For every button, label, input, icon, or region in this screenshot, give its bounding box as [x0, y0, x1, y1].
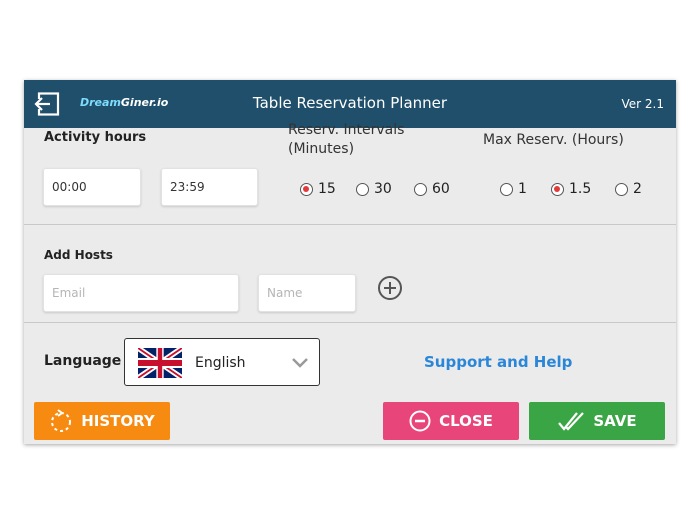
version-label: Ver 2.1 — [621, 97, 665, 111]
radio-unselected-icon — [615, 182, 628, 196]
max-reserv-label: Max Reserv. (Hours) — [483, 132, 624, 148]
intervals-label: Reserv. Intervals (Minutes) — [288, 122, 405, 157]
planner-window: DreamGiner.io Table Reservation Planner … — [24, 80, 676, 444]
interval-radio-60[interactable]: 60 — [414, 181, 450, 197]
history-icon — [51, 409, 72, 432]
host-name-field[interactable] — [258, 274, 356, 312]
chevron-down-icon — [292, 358, 308, 368]
start-time-field[interactable] — [43, 168, 141, 206]
end-time-field[interactable] — [161, 168, 258, 206]
host-email-field[interactable] — [43, 274, 239, 312]
double-check-icon — [558, 412, 585, 431]
add-host-icon[interactable] — [377, 275, 403, 301]
language-value: English — [195, 355, 246, 371]
uk-flag-icon — [138, 348, 182, 378]
divider — [24, 322, 676, 323]
minus-circle-icon — [409, 410, 431, 432]
max-reserv-radio-1-5[interactable]: 1.5 — [551, 181, 591, 197]
add-hosts-label: Add Hosts — [44, 248, 113, 262]
close-button[interactable]: CLOSE — [383, 402, 519, 440]
support-help-link[interactable]: Support and Help — [424, 353, 572, 371]
interval-radio-30[interactable]: 30 — [356, 181, 392, 197]
max-reserv-radio-2[interactable]: 2 — [615, 181, 642, 197]
language-select[interactable]: English — [124, 338, 320, 386]
radio-selected-icon — [551, 182, 564, 196]
page-title: Table Reservation Planner — [252, 94, 448, 112]
radio-unselected-icon — [356, 182, 369, 196]
activity-hours-label: Activity hours — [44, 130, 147, 145]
save-button[interactable]: SAVE — [529, 402, 665, 440]
radio-unselected-icon — [500, 182, 513, 196]
language-label: Language — [44, 353, 122, 369]
max-reserv-radio-1[interactable]: 1 — [500, 181, 527, 197]
interval-radio-15[interactable]: 15 — [300, 181, 336, 197]
divider — [24, 224, 676, 225]
history-button[interactable]: HISTORY — [34, 402, 170, 440]
radio-unselected-icon — [414, 182, 427, 196]
radio-selected-icon — [300, 182, 313, 196]
